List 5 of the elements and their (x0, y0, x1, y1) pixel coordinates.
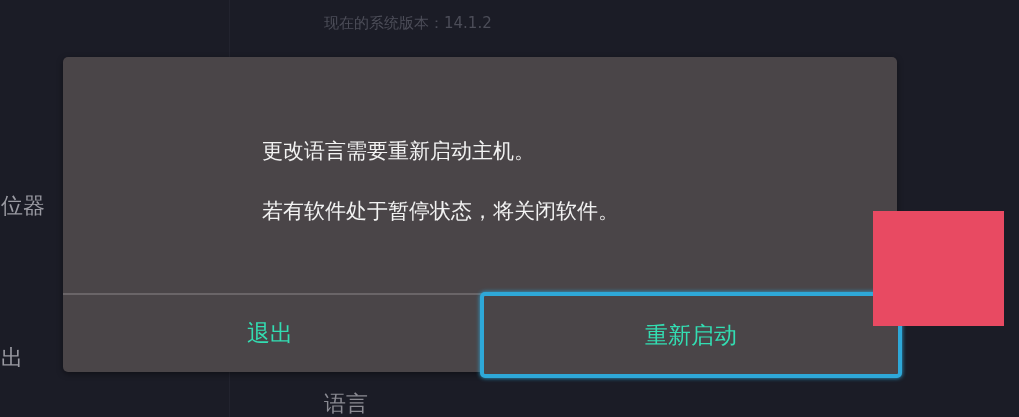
dialog-message: 若有软件处于暂停状态，将关闭软件。 (262, 198, 620, 225)
section-heading: 语言 (324, 390, 369, 417)
exit-button[interactable]: 退出 (63, 295, 478, 372)
restart-button[interactable]: 重新启动 (479, 292, 902, 378)
dialog-message: 更改语言需要重新启动主机。 (262, 138, 536, 165)
